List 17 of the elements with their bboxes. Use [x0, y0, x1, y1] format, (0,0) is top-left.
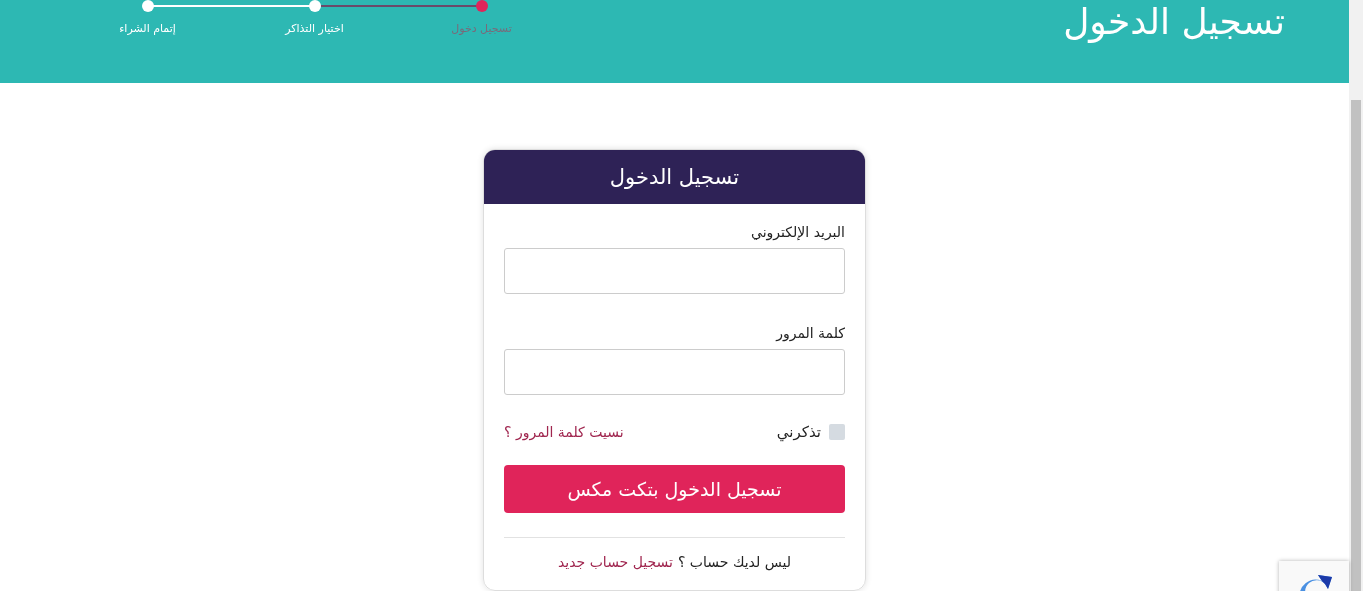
step-label: إتمام الشراء [119, 22, 176, 35]
remember-checkbox[interactable] [829, 424, 845, 440]
scrollbar-thumb[interactable] [1351, 100, 1361, 591]
register-prompt: ليس لديك حساب ؟ [678, 554, 791, 570]
input-field[interactable] [504, 248, 845, 294]
field-label: كلمة المرور [776, 325, 845, 341]
page-title: تسجيل الدخول [1063, 0, 1285, 44]
remember-label: تذكرني [776, 423, 821, 441]
input-field[interactable] [504, 349, 845, 395]
register-link[interactable]: تسجيل حساب جديد [558, 554, 673, 570]
login-button[interactable]: تسجيل الدخول بتكت مكس [504, 465, 845, 513]
field-label: البريد الإلكتروني [751, 224, 845, 240]
step-label: اختيار التذاكر [285, 22, 344, 35]
forgot-password-link[interactable]: نسيت كلمة المرور ؟ [504, 424, 624, 440]
card-title: تسجيل الدخول [609, 165, 740, 189]
scrollbar[interactable] [1349, 0, 1363, 591]
step-label: تسجيل دخول [451, 22, 512, 35]
